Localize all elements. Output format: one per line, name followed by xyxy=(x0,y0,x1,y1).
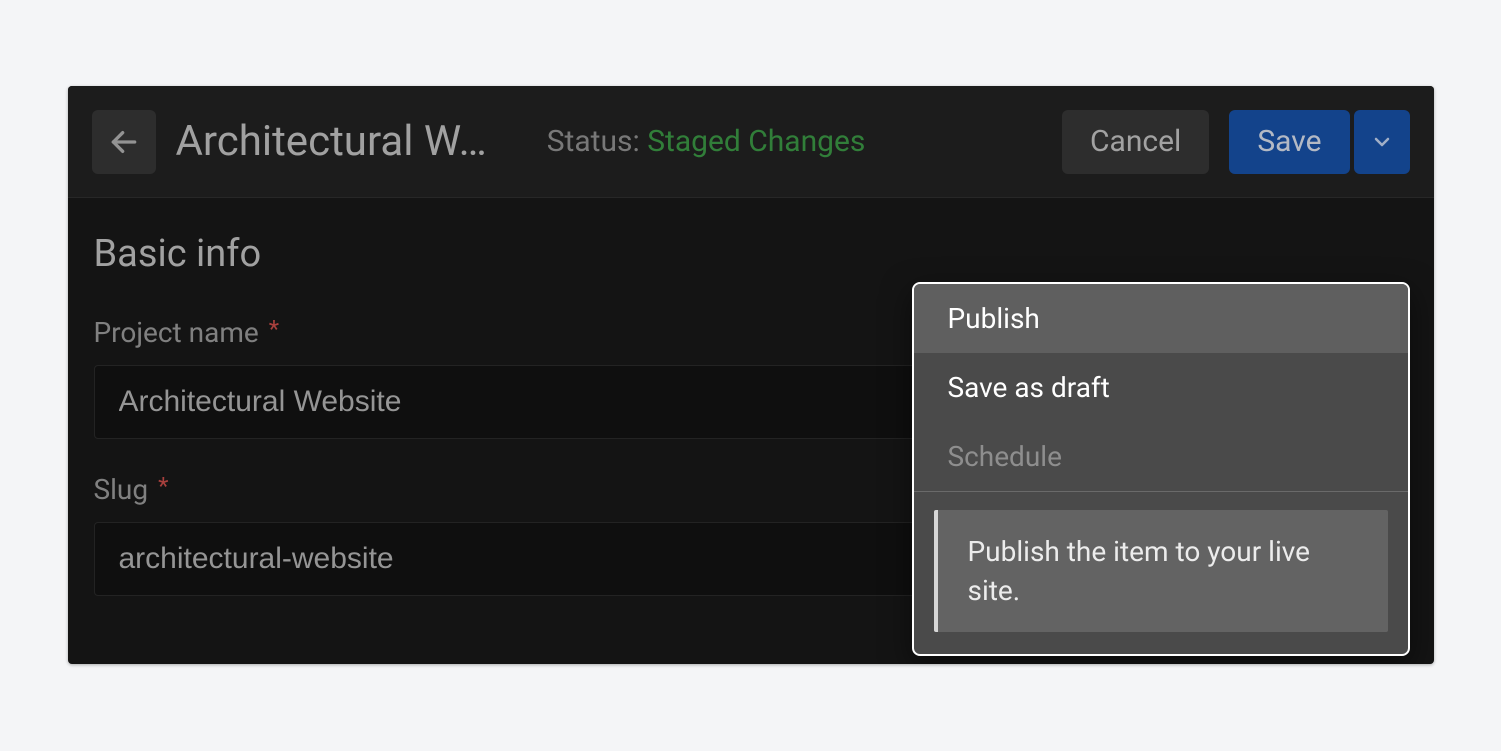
save-button[interactable]: Save xyxy=(1229,110,1349,174)
arrow-left-icon xyxy=(108,126,140,158)
required-marker: * xyxy=(269,315,279,343)
dropdown-hint: Publish the item to your live site. xyxy=(934,510,1388,632)
save-dropdown-menu: Publish Save as draft Schedule Publish t… xyxy=(912,282,1410,656)
save-button-group: Save xyxy=(1229,110,1409,174)
editor-panel: Architectural W… Status: Staged Changes … xyxy=(68,86,1434,664)
project-name-label-text: Project name xyxy=(94,316,259,349)
dropdown-separator xyxy=(914,491,1408,492)
page-title: Architectural W… xyxy=(176,117,487,166)
save-dropdown-toggle[interactable] xyxy=(1354,110,1410,174)
back-button[interactable] xyxy=(92,110,156,174)
required-marker: * xyxy=(158,472,168,500)
chevron-down-icon xyxy=(1370,130,1394,154)
dropdown-item-save-draft[interactable]: Save as draft xyxy=(914,353,1408,422)
cancel-button[interactable]: Cancel xyxy=(1062,110,1209,174)
dropdown-item-schedule: Schedule xyxy=(914,422,1408,491)
slug-label-text: Slug xyxy=(94,473,149,506)
status-value: Staged Changes xyxy=(647,124,865,159)
status-area: Status: Staged Changes xyxy=(547,124,866,159)
dropdown-item-publish[interactable]: Publish xyxy=(914,284,1408,353)
editor-header: Architectural W… Status: Staged Changes … xyxy=(68,86,1434,198)
section-title-basic-info: Basic info xyxy=(94,232,1408,276)
status-label: Status: xyxy=(547,124,640,159)
